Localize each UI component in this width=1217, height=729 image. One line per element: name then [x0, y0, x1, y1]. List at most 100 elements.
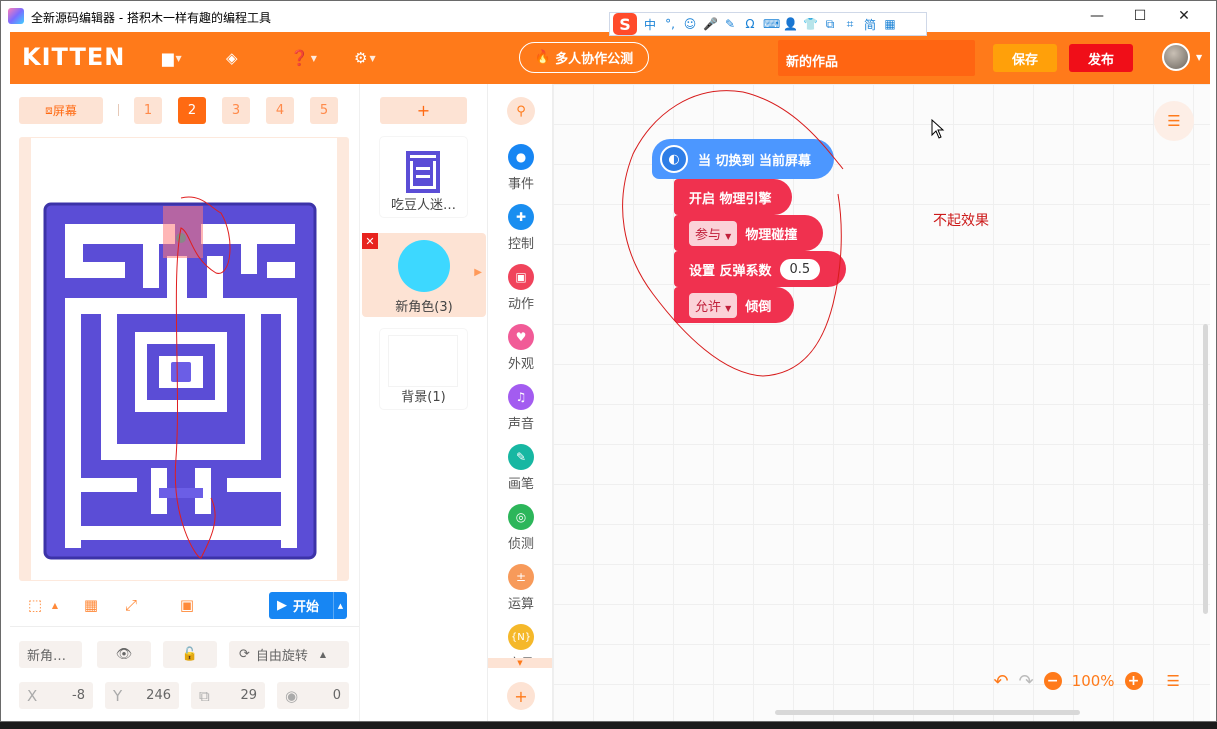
category-sensing[interactable]: ◎ 侦测 — [496, 504, 546, 554]
code-canvas[interactable]: ◐ 当 切换到 当前屏幕 开启 物理引擎 参与 ▼ 物理碰撞 设置 反弹系数 0… — [553, 84, 1210, 721]
backpack-button[interactable]: ◈ — [226, 47, 256, 69]
sprite-card-maze[interactable]: 吃豆人迷… — [380, 137, 467, 217]
help-icon: ❓ — [290, 49, 309, 67]
gear-icon: ⚙ — [354, 49, 368, 67]
start-button[interactable]: ▶ 开始 ▲ — [269, 592, 347, 619]
annotation-note: 不起效果 — [933, 213, 989, 229]
ime-skin-icon[interactable]: 👕 — [803, 17, 818, 31]
divider — [118, 104, 119, 116]
add-extension-button[interactable]: + — [507, 682, 535, 710]
resize-icon: ⧉ — [199, 686, 210, 705]
vertical-scrollbar[interactable] — [1203, 324, 1208, 614]
zoom-in-button[interactable]: + — [1124, 672, 1143, 690]
avatar[interactable] — [1162, 43, 1190, 71]
folder-icon: ▆ — [162, 49, 174, 67]
collab-button[interactable]: 🔥 多人协作公测 — [519, 42, 649, 73]
category-label: 控制 — [507, 237, 534, 252]
category-operators[interactable]: ± 运算 — [496, 564, 546, 614]
layout-icon[interactable]: ⬚ — [25, 595, 45, 615]
sprite-name-field[interactable]: 新角… — [19, 641, 82, 668]
chevron-right-icon[interactable]: ▶ — [474, 267, 482, 278]
save-button[interactable]: 保存 — [993, 44, 1057, 72]
y-label: Y — [113, 686, 123, 705]
page-button-4[interactable]: 4 — [266, 97, 294, 124]
file-menu-button[interactable]: ▆ ▼ — [162, 47, 192, 69]
add-sprite-button[interactable]: + — [380, 97, 467, 124]
category-label: 画笔 — [507, 477, 534, 492]
chevron-up-icon[interactable]: ▲ — [45, 595, 65, 615]
ime-omega-icon[interactable]: Ω — [743, 17, 757, 31]
robot-icon: ▣ — [508, 264, 534, 290]
category-looks[interactable]: ♥ 外观 — [496, 324, 546, 374]
backpack-icon: ◈ — [226, 49, 238, 67]
zoom-out-button[interactable]: − — [1043, 672, 1062, 690]
undo-icon[interactable]: ↶ — [993, 671, 1008, 692]
scroll-down-icon[interactable]: ▼ — [488, 658, 552, 668]
publish-button[interactable]: 发布 — [1069, 44, 1133, 72]
collab-label: 多人协作公测 — [555, 52, 634, 67]
ime-emoji-icon[interactable]: ☺ — [683, 17, 697, 31]
category-events[interactable]: ● 事件 — [496, 144, 546, 194]
settings-menu-button[interactable]: ⚙ ▼ — [354, 47, 384, 69]
rotation-mode-label: 自由旋转 — [255, 649, 308, 664]
ime-punct-icon[interactable]: °, — [663, 17, 677, 31]
page-button-3[interactable]: 3 — [222, 97, 250, 124]
search-icon[interactable]: ⚲ — [507, 97, 535, 125]
chevron-down-icon[interactable]: ▼ — [1196, 53, 1202, 62]
ime-lang[interactable]: 中 — [643, 16, 657, 33]
ime-simplified-icon[interactable]: 简 — [863, 16, 877, 33]
y-field[interactable]: Y 246 — [105, 682, 179, 709]
ime-crop-icon[interactable]: ⌗ — [843, 17, 857, 32]
category-control[interactable]: ✚ 控制 — [496, 204, 546, 254]
page-button-2[interactable]: 2 — [178, 97, 206, 124]
top-toolbar: KITTEN ▆ ▼ ◈ ❓ ▼ ⚙ ▼ 🔥 多人协作公测 新的作品 保存 发布 ▼ — [10, 32, 1210, 84]
app-icon — [8, 8, 24, 24]
delete-icon[interactable]: ✕ — [362, 233, 378, 249]
horizontal-scrollbar[interactable] — [775, 710, 1080, 715]
x-field[interactable]: X -8 — [19, 682, 93, 709]
redo-icon[interactable]: ↷ — [1019, 671, 1034, 692]
size-field[interactable]: ⧉ 29 — [191, 682, 265, 709]
stage-canvas[interactable] — [31, 138, 337, 580]
ime-mic-icon[interactable]: 🎤 — [703, 17, 718, 31]
kitten-logo: KITTEN — [22, 43, 126, 71]
chevron-up-icon[interactable]: ▲ — [333, 592, 347, 619]
ime-pen-icon[interactable]: ✎ — [723, 17, 737, 31]
pen-icon: ✎ — [508, 444, 534, 470]
maximize-button[interactable]: ☐ — [1118, 5, 1162, 27]
align-icon[interactable]: ☰ — [1167, 672, 1180, 690]
fullscreen-icon[interactable]: ⤢ — [121, 595, 141, 615]
screen-tab[interactable]: ⧈ 屏幕 — [19, 97, 103, 124]
ime-user-icon[interactable]: 👤 — [783, 17, 798, 31]
direction-field[interactable]: ◉ 0 — [277, 682, 349, 709]
eye-icon: 👁 — [115, 647, 133, 662]
zoom-level: 100% — [1071, 672, 1115, 690]
size-value: 29 — [240, 688, 257, 703]
page-button-1[interactable]: 1 — [134, 97, 162, 124]
close-button[interactable]: ✕ — [1162, 5, 1206, 27]
background-card[interactable]: 背景(1) — [380, 329, 467, 409]
visibility-toggle[interactable]: 👁 — [97, 641, 151, 668]
project-name-input[interactable]: 新的作品 — [778, 40, 975, 76]
category-label: 动作 — [507, 297, 534, 312]
category-motion[interactable]: ▣ 动作 — [496, 264, 546, 314]
category-sound[interactable]: ♫ 声音 — [496, 384, 546, 434]
ime-logo[interactable]: S — [613, 13, 637, 35]
category-pen[interactable]: ✎ 画笔 — [496, 444, 546, 494]
chevron-down-icon: ▼ — [175, 53, 182, 63]
record-icon[interactable]: ▣ — [177, 595, 197, 615]
shirt-icon: ♥ — [508, 324, 534, 350]
help-menu-button[interactable]: ❓ ▼ — [290, 47, 320, 69]
page-button-5[interactable]: 5 — [310, 97, 338, 124]
lock-toggle[interactable]: 🔓 — [163, 641, 217, 668]
sprite-card-selected[interactable]: ✕ ▶ 新角色(3) — [362, 233, 486, 317]
window-edge — [1210, 32, 1216, 721]
ime-toolbar: S 中 °, ☺ 🎤 ✎ Ω ⌨ 👤 👕 ⧉ ⌗ 简 ▦ — [609, 12, 927, 36]
grid-icon[interactable]: ▦ — [81, 595, 101, 615]
block-search-button[interactable]: ☰ — [1154, 101, 1194, 141]
minimize-button[interactable]: — — [1075, 5, 1119, 27]
rotation-mode-select[interactable]: ⟳ 自由旋转 ▲ — [229, 641, 349, 668]
ime-grid-icon[interactable]: ▦ — [883, 17, 897, 31]
ime-keyboard-icon[interactable]: ⌨ — [763, 17, 780, 31]
ime-copy-icon[interactable]: ⧉ — [823, 17, 837, 32]
